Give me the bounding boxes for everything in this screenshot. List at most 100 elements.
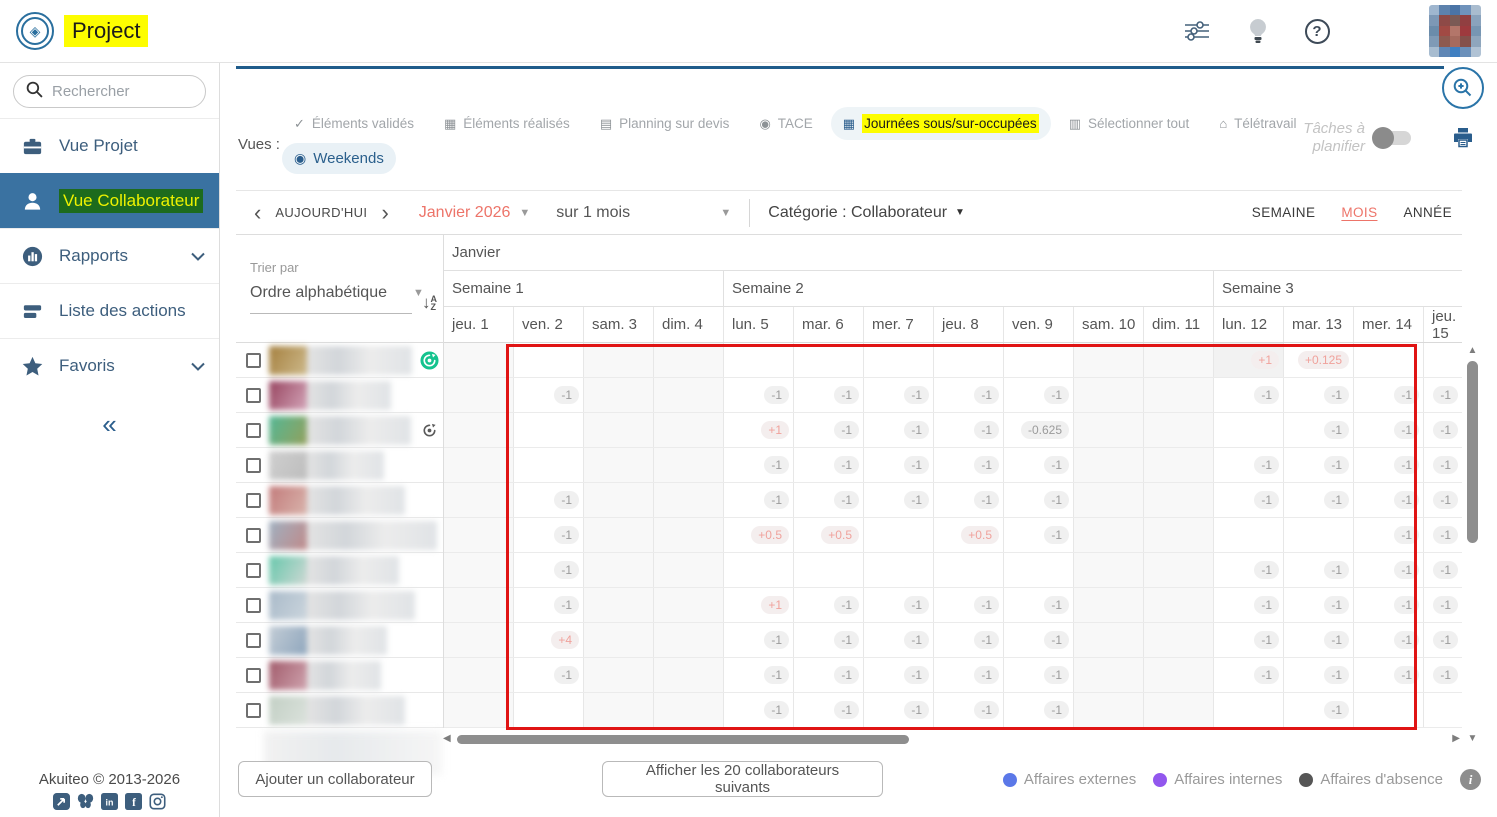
planner-cell[interactable] [1144,623,1214,657]
collaborator-row[interactable] [236,693,443,728]
planner-cell[interactable]: -1 [1284,483,1354,517]
planner-cell[interactable] [654,553,724,587]
today-button[interactable]: AUJOURD'HUI [275,205,367,220]
share-icon[interactable] [53,793,70,810]
planner-cell[interactable] [1004,553,1074,587]
planner-cell[interactable] [1144,483,1214,517]
planner-cell[interactable]: -1 [1004,448,1074,482]
category-dropdown[interactable]: Catégorie : Collaborateur ▼ [768,204,965,222]
planner-cell[interactable] [584,553,654,587]
planner-cell[interactable] [654,623,724,657]
planner-cell[interactable]: -1 [1354,623,1424,657]
planner-cell[interactable]: -1 [864,588,934,622]
planner-cell[interactable]: -1 [1284,693,1354,727]
planner-cell[interactable]: -1 [1354,448,1424,482]
planner-cell[interactable] [584,343,654,377]
chevron-left-icon[interactable]: ‹ [250,202,265,224]
planner-cell[interactable]: -1 [1214,588,1284,622]
planner-cell[interactable] [1074,693,1144,727]
planner-cell[interactable]: +1 [724,413,794,447]
collaborator-checkbox[interactable] [246,458,261,473]
sort-dropdown[interactable]: Ordre alphabétique ▼ [250,284,443,302]
goal-icon[interactable] [420,351,439,370]
planner-cell[interactable]: -1 [1214,553,1284,587]
planner-cell[interactable] [724,553,794,587]
filter-chip-l-ments-r-alis-s[interactable]: ▦Éléments réalisés [432,109,582,139]
planner-cell[interactable]: -1 [794,413,864,447]
collaborator-checkbox[interactable] [246,353,261,368]
filter-chip-tace[interactable]: ◉TACE [747,109,824,139]
planner-cell[interactable]: -1 [1424,588,1462,622]
planner-cell[interactable]: -1 [794,378,864,412]
planner-cell[interactable] [444,413,514,447]
planner-cell[interactable]: -1 [1424,518,1462,552]
planner-cell[interactable]: -1 [1214,623,1284,657]
planner-cell[interactable]: -1 [934,378,1004,412]
info-icon[interactable]: i [1460,769,1481,790]
filter-chip-l-ments-valid-s[interactable]: ✓Éléments validés [282,109,426,139]
planner-cell[interactable] [1144,518,1214,552]
planner-cell[interactable]: -1 [514,518,584,552]
planner-cell[interactable]: -1 [724,658,794,692]
planner-cell[interactable] [1214,518,1284,552]
planner-cell[interactable]: -1 [864,378,934,412]
collaborator-checkbox[interactable] [246,493,261,508]
planner-cell[interactable]: -1 [934,448,1004,482]
filter-chip-t-l-travail[interactable]: ⌂Télétravail [1207,109,1308,138]
planner-cell[interactable] [1144,413,1214,447]
planner-cell[interactable] [1074,378,1144,412]
planner-cell[interactable]: -1 [1354,658,1424,692]
collaborator-checkbox[interactable] [246,563,261,578]
collaborator-row[interactable] [236,343,443,378]
zoom-in-button[interactable] [1442,67,1484,109]
planner-cell[interactable]: +0.5 [794,518,864,552]
planner-cell[interactable] [584,518,654,552]
planner-cell[interactable] [1074,553,1144,587]
apps-grid-icon[interactable] [1367,22,1393,41]
planner-cell[interactable]: -1 [1284,553,1354,587]
scroll-left-icon[interactable]: ◀ [443,733,451,745]
settings-sliders-icon[interactable] [1183,20,1211,42]
planner-cell[interactable]: -1 [724,448,794,482]
planner-cell[interactable] [1144,658,1214,692]
sidebar-item-vue-projet[interactable]: Vue Projet [0,118,219,173]
planner-cell[interactable] [444,518,514,552]
planner-cell[interactable]: -1 [1004,378,1074,412]
collaborator-checkbox[interactable] [246,388,261,403]
search-input[interactable] [52,83,182,100]
planner-cell[interactable] [794,343,864,377]
horizontal-scroll-thumb[interactable] [457,735,909,744]
collaborator-checkbox[interactable] [246,423,261,438]
planner-cell[interactable]: -1 [1424,623,1462,657]
planner-cell[interactable]: -1 [864,658,934,692]
planner-cell[interactable] [864,518,934,552]
planner-cell[interactable] [444,658,514,692]
collapse-sidebar-icon[interactable]: « [0,414,219,434]
planner-cell[interactable] [1214,693,1284,727]
planner-cell[interactable] [1424,343,1462,377]
planner-cell[interactable]: -1 [864,623,934,657]
planner-cell[interactable]: -1 [1004,518,1074,552]
app-logo-icon[interactable]: ◈ [16,12,54,50]
planner-cell[interactable] [1144,343,1214,377]
planner-cell[interactable]: -1 [1214,448,1284,482]
planner-cell[interactable] [654,413,724,447]
planner-cell[interactable] [1074,343,1144,377]
collaborator-checkbox[interactable] [246,598,261,613]
sidebar-search[interactable] [13,75,206,108]
planner-cell[interactable]: -1 [934,623,1004,657]
planner-cell[interactable]: +4 [514,623,584,657]
facebook-icon[interactable]: f [125,793,142,810]
planner-cell[interactable] [584,413,654,447]
instagram-icon[interactable] [149,793,166,810]
planner-cell[interactable]: +0.5 [724,518,794,552]
collaborator-checkbox[interactable] [246,668,261,683]
view-mode-semaine[interactable]: SEMAINE [1252,205,1316,220]
planner-cell[interactable]: -1 [794,623,864,657]
collaborator-checkbox[interactable] [246,703,261,718]
planner-cell[interactable] [724,343,794,377]
planner-cell[interactable]: -1 [1284,588,1354,622]
planner-cell[interactable]: -1 [864,448,934,482]
planner-cell[interactable] [1284,518,1354,552]
planner-cell[interactable]: -1 [864,693,934,727]
